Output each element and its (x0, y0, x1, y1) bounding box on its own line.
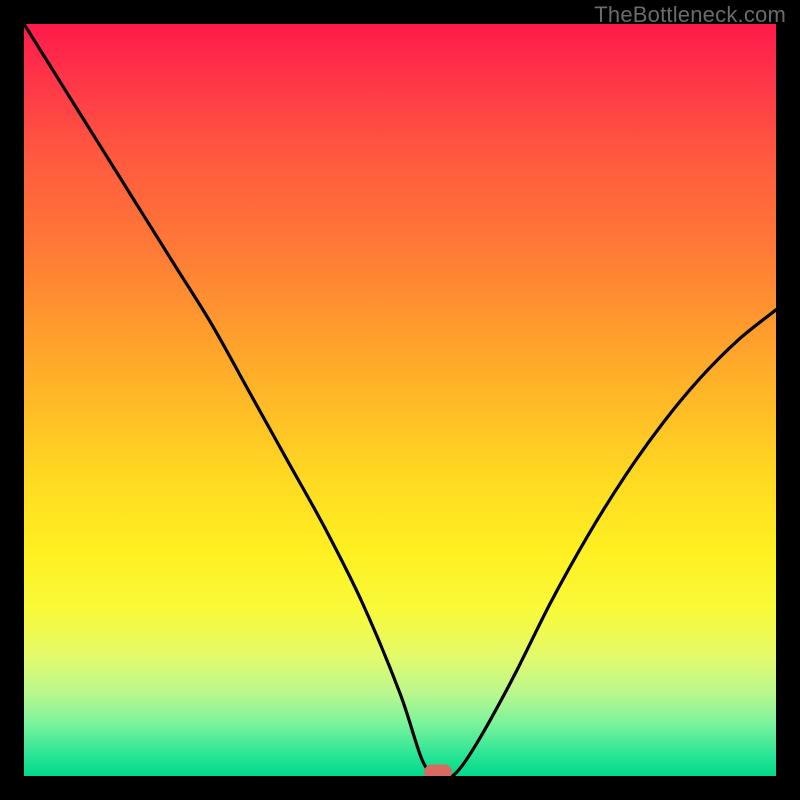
chart-frame: TheBottleneck.com (0, 0, 800, 800)
plot-area (24, 24, 776, 776)
watermark-text: TheBottleneck.com (594, 2, 786, 28)
minimum-marker (424, 765, 452, 776)
bottleneck-curve (24, 24, 776, 776)
